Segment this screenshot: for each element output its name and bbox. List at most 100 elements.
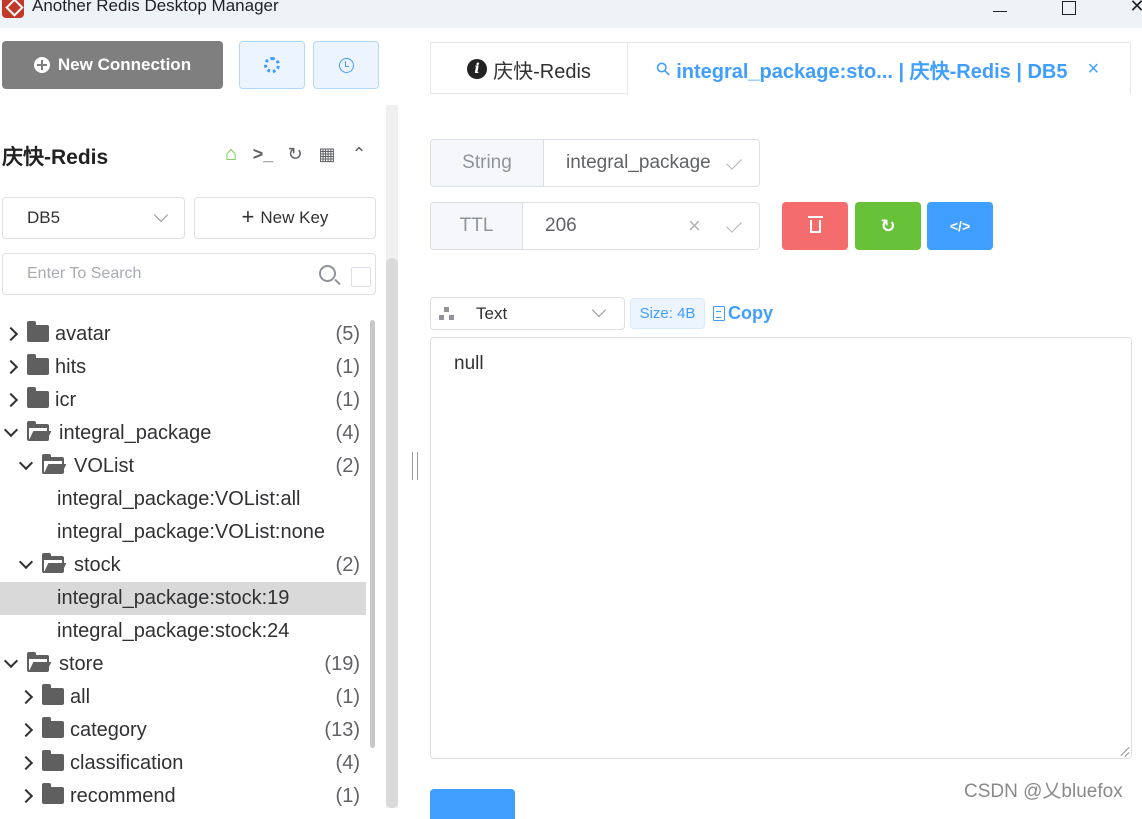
- key-tree: avatar (5) hits (1) icr (1) integral_package (4…: [0, 318, 366, 813]
- search-icon[interactable]: [319, 265, 336, 282]
- folder-icon: [42, 750, 64, 771]
- chevron-right-icon[interactable]: [18, 788, 34, 804]
- folder-icon: [27, 387, 49, 408]
- chevron-right-icon[interactable]: [18, 689, 34, 705]
- new-key-button[interactable]: + New Key: [194, 197, 376, 239]
- tree-folder[interactable]: category (13): [0, 714, 366, 747]
- command-log-button[interactable]: [313, 41, 379, 89]
- tab-connection-info[interactable]: i 庆快-Redis: [431, 43, 628, 95]
- chevron-down-icon[interactable]: [3, 653, 19, 669]
- tree-folder[interactable]: hits (1): [0, 351, 366, 384]
- value-text[interactable]: null: [454, 353, 484, 375]
- tree-folder[interactable]: classification (4): [0, 747, 366, 780]
- tree-item-count: (2): [335, 554, 360, 576]
- tree-item-count: (1): [335, 356, 360, 378]
- settings-button[interactable]: [239, 41, 305, 89]
- copy-button[interactable]: Copy: [713, 303, 773, 324]
- tree-item-count: (13): [324, 719, 360, 741]
- chevron-right-icon[interactable]: [3, 326, 19, 342]
- tree-folder[interactable]: all (1): [0, 681, 366, 714]
- close-window-button[interactable]: ✕: [1122, 0, 1142, 18]
- ttl-input[interactable]: 206: [523, 215, 577, 237]
- refresh-key-button[interactable]: ↻: [855, 202, 921, 250]
- tree-item-count: (1): [335, 785, 360, 807]
- search-box: [2, 253, 376, 295]
- tree-item-count: (1): [335, 389, 360, 411]
- minimize-icon: [993, 10, 1007, 12]
- db-select[interactable]: DB5: [2, 197, 185, 239]
- plus-icon: +: [241, 204, 255, 229]
- close-icon: ✕: [1129, 0, 1142, 16]
- confirm-rename-icon[interactable]: [726, 154, 742, 170]
- tab-connection-info-label: 庆快-Redis: [493, 60, 591, 83]
- tree-item-label: integral_package:stock:19: [57, 587, 290, 609]
- watermark: CSDN @乂bluefox: [964, 781, 1123, 802]
- tree-item-count: (2): [335, 455, 360, 477]
- ttl-label: TTL: [431, 203, 523, 249]
- tree-item-label: stock: [74, 554, 121, 576]
- tree-folder[interactable]: integral_package (4): [0, 417, 366, 450]
- tree-item-label: icr: [55, 389, 77, 411]
- folder-open-icon: [27, 652, 49, 672]
- size-badge: Size: 4B: [630, 298, 705, 329]
- resize-handle-icon[interactable]: [1119, 746, 1129, 756]
- tree-item-label: store: [59, 653, 104, 675]
- key-name-input[interactable]: integral_package: [544, 152, 711, 174]
- dump-command-button[interactable]: </>: [927, 202, 993, 250]
- ttl-field: TTL 206 ×: [430, 202, 760, 250]
- terminal-icon[interactable]: >_: [252, 143, 274, 165]
- tree-key[interactable]: integral_package:stock:19: [0, 582, 366, 615]
- connection-toolbar: ⌂ >_ ↻ ▦ ⌃: [220, 143, 370, 165]
- tree-item-count: (4): [335, 422, 360, 444]
- tree-item-label: category: [70, 719, 147, 741]
- tree-item-label: integral_package:VOList:all: [57, 488, 301, 510]
- folder-icon: [42, 684, 64, 705]
- confirm-ttl-icon[interactable]: [726, 217, 742, 233]
- tab-bar: i 庆快-Redis ⚲ integral_package:sto... | 庆…: [430, 42, 1131, 95]
- app-logo-icon: [2, 0, 24, 18]
- chevron-right-icon[interactable]: [3, 392, 19, 408]
- tree-scrollbar[interactable]: [370, 320, 375, 748]
- save-button[interactable]: [430, 789, 515, 819]
- tree-folder[interactable]: icr (1): [0, 384, 366, 417]
- chevron-down-icon: [591, 302, 607, 318]
- chevron-right-icon[interactable]: [18, 755, 34, 771]
- folder-open-icon: [42, 553, 64, 573]
- key-icon: ⚲: [651, 56, 675, 81]
- tab-key-detail[interactable]: ⚲ integral_package:sto... | 庆快-Redis | D…: [652, 43, 1100, 95]
- search-input[interactable]: [3, 254, 313, 294]
- tab-divider: [430, 93, 628, 94]
- refresh-icon[interactable]: ↻: [284, 143, 306, 165]
- exact-search-checkbox[interactable]: [351, 267, 371, 287]
- chevron-down-icon[interactable]: [3, 422, 19, 438]
- chevron-right-icon[interactable]: [18, 722, 34, 738]
- clear-ttl-icon[interactable]: ×: [688, 213, 701, 239]
- tree-key[interactable]: integral_package:VOList:all: [0, 483, 366, 516]
- chevron-down-icon[interactable]: [18, 455, 34, 471]
- delete-key-button[interactable]: [782, 202, 848, 250]
- copy-label: Copy: [728, 303, 773, 323]
- tree-key[interactable]: integral_package:VOList:none: [0, 516, 366, 549]
- chevron-up-icon[interactable]: ⌃: [348, 143, 370, 165]
- view-format-select[interactable]: Text: [430, 297, 625, 330]
- minimize-button[interactable]: [985, 0, 1015, 18]
- tree-folder[interactable]: store (19): [0, 648, 366, 681]
- connection-name[interactable]: 庆快-Redis: [2, 141, 108, 171]
- tree-folder[interactable]: VOList (2): [0, 450, 366, 483]
- home-icon[interactable]: ⌂: [220, 143, 242, 165]
- chevron-down-icon[interactable]: [18, 554, 34, 570]
- tree-folder[interactable]: avatar (5): [0, 318, 366, 351]
- new-connection-button[interactable]: New Connection: [2, 41, 223, 89]
- value-editor[interactable]: null: [430, 337, 1132, 759]
- tree-item-label: hits: [55, 356, 87, 378]
- chevron-right-icon[interactable]: [3, 359, 19, 375]
- close-tab-icon[interactable]: ×: [1087, 58, 1099, 81]
- tree-key[interactable]: integral_package:stock:24: [0, 615, 366, 648]
- tree-item-label: VOList: [74, 455, 135, 477]
- grid-icon[interactable]: ▦: [316, 143, 338, 165]
- tree-folder[interactable]: recommend (1): [0, 780, 366, 813]
- maximize-button[interactable]: [1054, 0, 1084, 18]
- tree-folder[interactable]: stock (2): [0, 549, 366, 582]
- sidebar-scrollbar-thumb[interactable]: [386, 258, 398, 808]
- panel-splitter-handle[interactable]: [412, 452, 418, 480]
